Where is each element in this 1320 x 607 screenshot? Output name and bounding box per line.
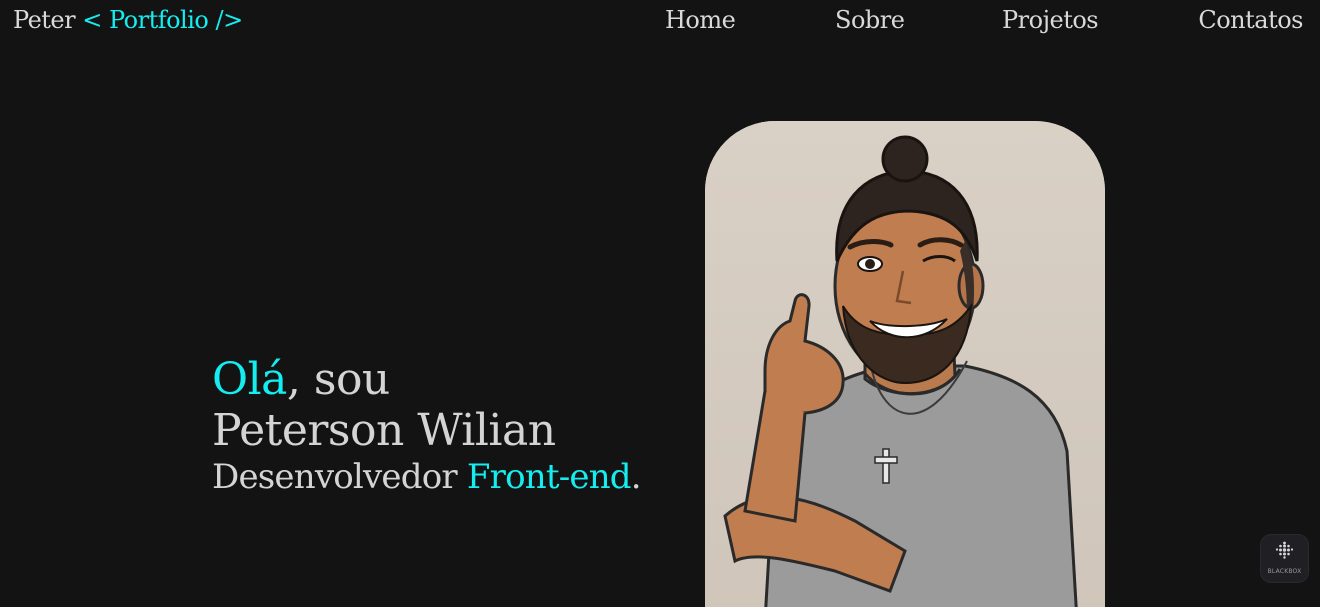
profile-portrait	[705, 121, 1105, 607]
hero-name: Peterson Wilian	[212, 405, 556, 456]
role-prefix: Desenvolvedor	[212, 457, 467, 497]
greeting-rest: , sou	[286, 354, 390, 405]
blackbox-logo-icon	[1275, 541, 1294, 559]
nav-about[interactable]: Sobre	[835, 5, 905, 35]
nav-contacts[interactable]: Contatos	[1198, 5, 1303, 35]
logo-accent: < Portfolio />	[82, 6, 243, 34]
blackbox-label: BLACKBOX	[1267, 568, 1302, 575]
site-logo[interactable]: Peter < Portfolio />	[13, 5, 243, 35]
nav-home[interactable]: Home	[665, 5, 736, 35]
hero-role: Desenvolvedor Front-end.	[212, 456, 642, 498]
nav-projects[interactable]: Projetos	[1002, 5, 1099, 35]
greeting-highlight: Olá	[212, 354, 287, 405]
hero-greeting: Olá, sou	[212, 354, 641, 406]
blackbox-badge[interactable]: BLACKBOX	[1261, 535, 1308, 582]
role-suffix: .	[630, 457, 642, 497]
hero-intro: Olá, sou Peterson Wilian Desenvolvedor F…	[212, 354, 642, 498]
page: Peter < Portfolio /> Home Sobre Projetos…	[0, 0, 1320, 607]
logo-name: Peter	[13, 6, 76, 34]
role-highlight: Front-end	[466, 457, 632, 497]
cartoon-avatar-thumbs-up-icon	[705, 121, 1105, 607]
